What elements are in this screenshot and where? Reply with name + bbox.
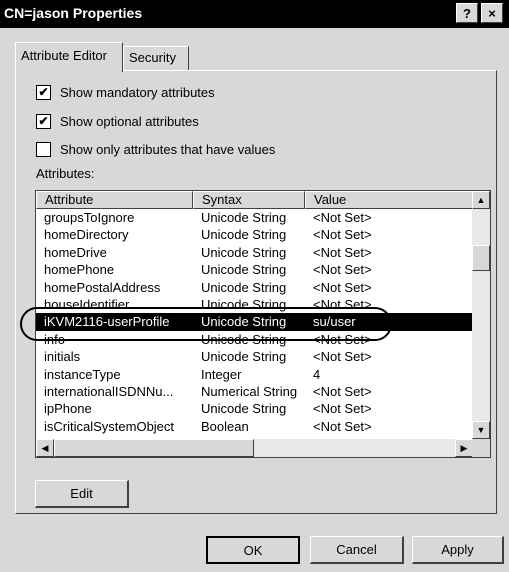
table-row[interactable]: homePostalAddress Unicode String <Not Set> (36, 279, 473, 296)
attribute-cell: groupsToIgnore (44, 210, 135, 225)
column-header-value[interactable]: Value (305, 191, 473, 209)
arrow-up-icon: ▲ (476, 195, 486, 205)
table-row[interactable]: homeDrive Unicode String <Not Set> (36, 244, 473, 261)
scroll-up-button[interactable]: ▲ (472, 191, 490, 209)
value-cell: <Not Set> (313, 227, 372, 243)
tab-attribute-editor[interactable]: Attribute Editor (15, 42, 123, 72)
table-row[interactable]: ipPhone Unicode String <Not Set> (36, 400, 473, 417)
syntax-cell: Unicode String (201, 401, 287, 417)
values-only-checkbox[interactable] (36, 141, 51, 157)
table-row[interactable]: initials Unicode String <Not Set> (36, 348, 473, 365)
table-row[interactable]: houseIdentifier Unicode String <Not Set> (36, 296, 473, 313)
cancel-button[interactable]: Cancel (310, 536, 404, 564)
syntax-cell: Numerical String (201, 383, 298, 399)
attribute-cell: homePhone (44, 262, 115, 278)
table-row[interactable]: internationalISDNNu... Numerical String <N… (36, 383, 473, 400)
syntax-cell: Boolean (201, 418, 249, 434)
mandatory-checkbox[interactable]: ✔ (36, 84, 51, 100)
attribute-cell: internationalISDNNu... (44, 383, 174, 399)
attribute-cell: homePostalAddress (44, 279, 161, 295)
value-cell: <Not Set> (313, 296, 372, 312)
attribute-cell: initials (44, 349, 81, 365)
check-icon: ✔ (38, 113, 49, 128)
scroll-left-button[interactable]: ◀ (36, 439, 54, 457)
apply-button[interactable]: Apply (412, 536, 504, 564)
window-title: CN=jason Properties (4, 5, 143, 21)
value-cell: <Not Set> (313, 383, 372, 399)
syntax-cell: Unicode String (201, 296, 287, 312)
help-button[interactable]: ? (456, 3, 478, 23)
value-cell: <Not Set> (313, 331, 372, 347)
attributes-label: Attributes: (36, 166, 95, 181)
syntax-cell: Unicode String (201, 210, 287, 225)
attribute-cell: ipPhone (44, 401, 92, 417)
syntax-cell: Integer (201, 366, 242, 382)
table-row[interactable]: info Unicode String <Not Set> (36, 331, 473, 348)
syntax-cell: Unicode String (201, 349, 287, 365)
value-cell: <Not Set> (313, 262, 372, 278)
check-icon: ✔ (38, 84, 49, 99)
close-button[interactable]: × (481, 3, 503, 23)
column-header-attribute[interactable]: Attribute (36, 191, 193, 209)
vertical-scrollbar[interactable]: ▲ ▼ (472, 191, 490, 439)
value-cell: su/user (313, 314, 356, 330)
table-row[interactable]: groupsToIgnore Unicode String <Not Set> (36, 209, 473, 226)
table-row[interactable]: instanceType Integer 4 (36, 366, 473, 383)
ok-button[interactable]: OK (206, 536, 300, 564)
syntax-cell: Unicode String (201, 279, 287, 295)
syntax-cell: Unicode String (201, 262, 287, 278)
table-row[interactable]: iKVM2116-userProfile Unicode String su/use… (36, 313, 473, 331)
value-cell: <Not Set> (313, 210, 372, 225)
value-cell: <Not Set> (313, 349, 372, 365)
list-rows: groupsToIgnore Unicode String <Not Set> hom… (36, 209, 473, 435)
table-row[interactable]: homePhone Unicode String <Not Set> (36, 261, 473, 278)
value-cell: <Not Set> (313, 244, 372, 260)
attribute-cell: instanceType (44, 366, 121, 382)
column-header-syntax[interactable]: Syntax (193, 191, 305, 209)
syntax-cell: Unicode String (201, 244, 287, 260)
scroll-right-button[interactable]: ▶ (455, 439, 473, 457)
optional-checkbox[interactable]: ✔ (36, 113, 51, 129)
scrollbar-corner (472, 439, 490, 457)
show-mandatory-option[interactable]: ✔ Show mandatory attributes (36, 82, 215, 102)
attribute-cell: info (44, 331, 65, 347)
arrow-down-icon: ▼ (476, 425, 486, 435)
list-header: Attribute Syntax Value (36, 191, 473, 209)
value-cell: <Not Set> (313, 418, 372, 434)
scroll-down-button[interactable]: ▼ (472, 421, 490, 439)
properties-dialog: CN=jason Properties ? × Attribute Editor… (0, 0, 509, 572)
attribute-cell: houseIdentifier (44, 296, 130, 312)
mandatory-label: Show mandatory attributes (60, 84, 215, 100)
arrow-right-icon: ▶ (460, 443, 468, 453)
arrow-left-icon: ◀ (41, 443, 49, 453)
tab-security[interactable]: Security (123, 46, 189, 70)
syntax-cell: Unicode String (201, 331, 287, 347)
horizontal-scrollbar[interactable]: ◀ ▶ (36, 439, 473, 457)
attribute-cell: isCriticalSystemObject (44, 418, 175, 434)
attribute-cell: iKVM2116-userProfile (44, 314, 170, 330)
values-only-label: Show only attributes that have values (60, 141, 276, 157)
attribute-cell: homeDirectory (44, 227, 129, 243)
title-bar[interactable]: CN=jason Properties ? × (0, 0, 509, 28)
table-row[interactable]: isCriticalSystemObject Boolean <Not Set> (36, 418, 473, 435)
syntax-cell: Unicode String (201, 227, 287, 243)
attribute-cell: homeDrive (44, 244, 107, 260)
value-cell: 4 (313, 366, 321, 382)
optional-label: Show optional attributes (60, 113, 199, 129)
vertical-scroll-thumb[interactable] (472, 245, 490, 271)
horizontal-scroll-thumb[interactable] (54, 439, 254, 457)
show-optional-option[interactable]: ✔ Show optional attributes (36, 111, 199, 131)
table-row[interactable]: homeDirectory Unicode String <Not Set> (36, 226, 473, 243)
attributes-list[interactable]: Attribute Syntax Value groupsToIgnore Uni… (35, 190, 491, 458)
edit-button[interactable]: Edit (35, 480, 129, 508)
value-cell: <Not Set> (313, 279, 372, 295)
show-values-only-option[interactable]: Show only attributes that have values (36, 139, 275, 159)
syntax-cell: Unicode String (201, 314, 287, 330)
value-cell: <Not Set> (313, 401, 372, 417)
